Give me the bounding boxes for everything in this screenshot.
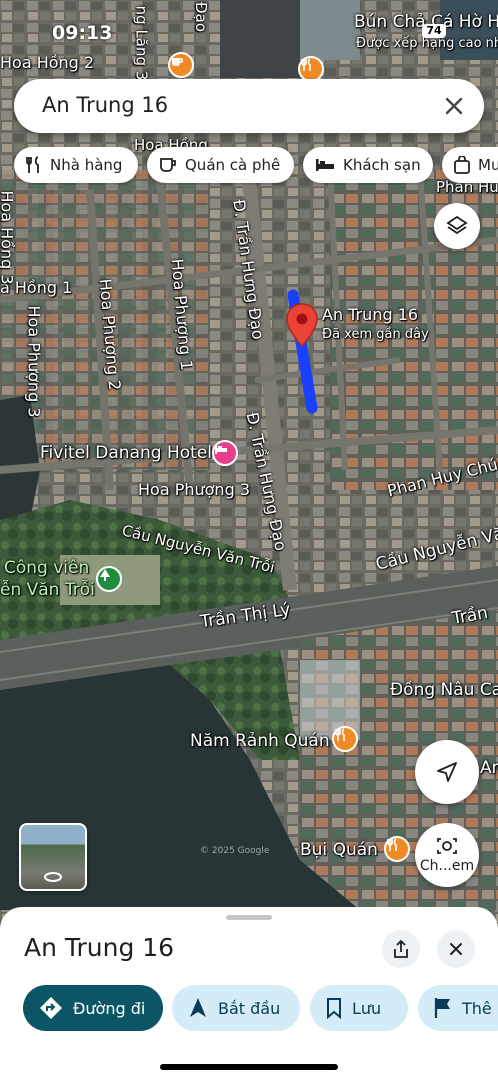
chip-label: Mu [478, 156, 498, 174]
battery-indicator: 74 [422, 24, 446, 38]
street-label-hoa-phuong-3: Hoa Phượng 3 [138, 480, 250, 499]
location-pin-icon[interactable] [285, 302, 319, 348]
pin-subtitle: Đã xem gần đây [322, 327, 429, 342]
directions-icon [40, 997, 62, 1019]
chip-label: Quán cà phê [185, 156, 281, 174]
map-watermark: © 2025 Google [200, 846, 270, 856]
close-sheet-button[interactable] [437, 930, 475, 968]
camera-label: Ch...em [419, 858, 475, 874]
start-button[interactable]: Bắt đầu [172, 985, 300, 1031]
park-poi-icon[interactable] [96, 566, 122, 592]
bookmark-icon [327, 998, 341, 1019]
place-label-fivitel[interactable]: Fivitel Danang Hotel [40, 443, 212, 463]
fork-knife-icon [26, 156, 39, 173]
street-label-hoa-phuong-3-left: Hoa Phượng 3 [24, 305, 44, 418]
place-sheet[interactable]: An Trung 16 Đường đi Bắt đầu Lưu Thê [0, 907, 498, 1080]
my-location-button[interactable] [415, 740, 479, 804]
hotel-poi-icon[interactable] [212, 440, 238, 466]
action-label: Lưu [352, 998, 382, 1018]
camera-search-button[interactable]: Ch...em [415, 823, 479, 887]
close-icon [450, 943, 462, 955]
chip-restaurants[interactable]: Nhà hàng [14, 147, 138, 183]
sheet-drag-handle[interactable] [226, 915, 272, 920]
pin-title: An Trung 16 [322, 305, 419, 324]
street-label-dao-top: Đạo [192, 2, 210, 32]
restaurant-poi-icon-3[interactable] [384, 836, 410, 862]
action-label: Bắt đầu [218, 998, 281, 1018]
action-label: Thê [462, 998, 492, 1018]
category-chips: Nhà hàng Quán cà phê Khách sạn Mu [14, 147, 498, 185]
camera-icon [437, 838, 457, 854]
place-label-dong-nau[interactable]: Đồng Nâu Ca [390, 680, 498, 700]
street-label-bang-lang: ng Lăng 3 [132, 5, 151, 81]
share-button[interactable] [382, 930, 420, 968]
chip-label: Nhà hàng [50, 156, 123, 174]
street-label-hoa-hong-3: Hoa Hồng 3 [0, 190, 17, 284]
save-button[interactable]: Lưu [310, 985, 408, 1031]
home-indicator [160, 1064, 338, 1070]
place-label-bui-quan[interactable]: Bụi Quán [300, 840, 378, 860]
place-title: An Trung 16 [24, 933, 175, 962]
navigation-arrow-icon [190, 998, 206, 1017]
cafe-poi-icon[interactable] [168, 52, 194, 78]
place-label-nam-ranh[interactable]: Năm Rảnh Quán [190, 731, 330, 751]
chip-shopping[interactable]: Mu [442, 147, 498, 183]
shopping-bag-icon [454, 156, 470, 174]
place-label-an-right: An [480, 758, 498, 778]
navigation-arrow-icon [437, 762, 457, 782]
directions-button[interactable]: Đường đi [23, 985, 163, 1031]
search-query[interactable]: An Trung 16 [42, 93, 168, 117]
status-time: 09:13 [52, 22, 113, 44]
chip-cafes[interactable]: Quán cà phê [147, 147, 294, 183]
layers-icon [446, 215, 468, 235]
label-button[interactable]: Thê [418, 985, 498, 1031]
coffee-cup-icon [160, 158, 176, 172]
close-icon[interactable] [440, 92, 468, 120]
restaurant-poi-icon-2[interactable] [332, 726, 358, 752]
street-label-hoa-hong-2: Hoa Hồng 2 [0, 53, 95, 72]
place-sublabel-bun-cha: Được xếp hạng cao nhất [356, 36, 498, 51]
action-label: Đường đi [73, 998, 146, 1018]
chip-label: Khách sạn [343, 156, 421, 174]
place-label-cong-vien[interactable]: Công viên [4, 558, 89, 578]
flag-icon [434, 998, 450, 1018]
share-icon [394, 939, 408, 958]
street-view-icon [44, 872, 62, 882]
street-view-thumbnail[interactable] [19, 823, 87, 891]
bed-icon [316, 159, 334, 171]
chip-hotels[interactable]: Khách sạn [303, 147, 433, 183]
layers-button[interactable] [434, 203, 480, 249]
search-bar[interactable]: An Trung 16 [14, 79, 484, 133]
place-label-cong-vien-2: ễn Văn Trỗi [0, 580, 95, 600]
